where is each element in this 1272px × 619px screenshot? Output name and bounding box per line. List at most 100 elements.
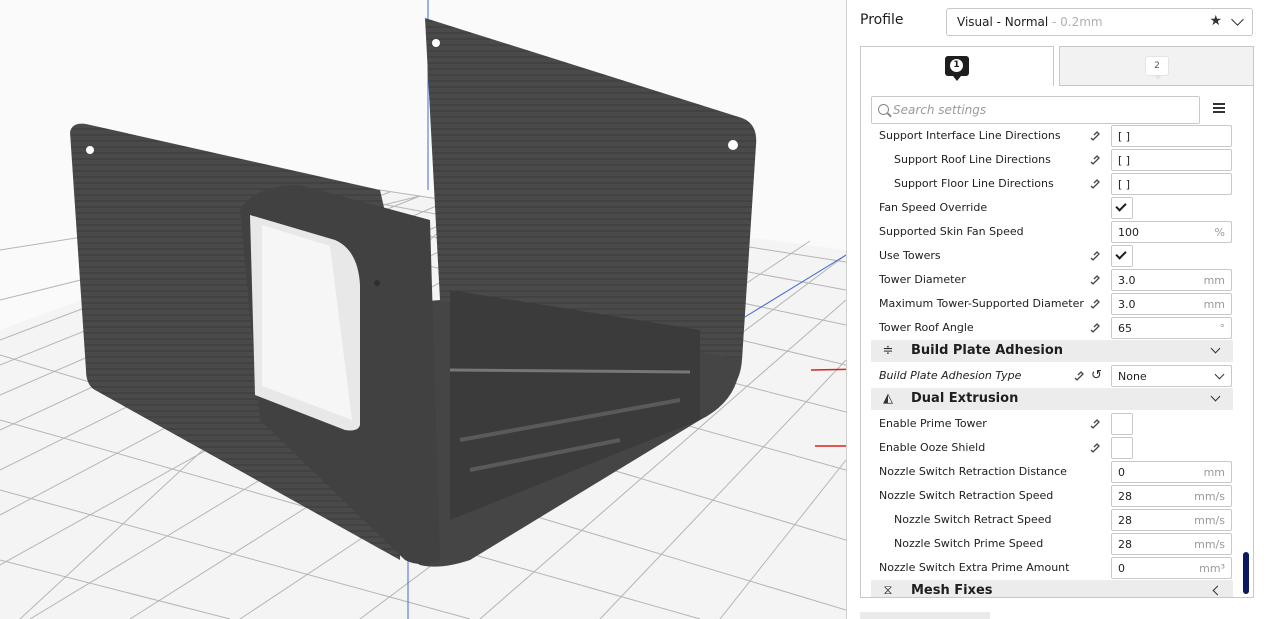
settings-menu-icon[interactable] xyxy=(1213,103,1225,113)
link-icon xyxy=(1090,155,1100,165)
checkmark-icon xyxy=(1115,200,1127,212)
setting-value: 28 xyxy=(1118,490,1132,503)
setting-tower-diameter: Tower Diameter 3.0 mm xyxy=(861,268,1253,292)
setting-tower-roof-angle: Tower Roof Angle 65 ° xyxy=(861,316,1253,340)
setting-label: Tower Diameter xyxy=(879,273,966,286)
setting-label: Support Floor Line Directions xyxy=(894,177,1054,190)
setting-value: [ ] xyxy=(1118,178,1131,191)
setting-label: Support Roof Line Directions xyxy=(894,153,1051,166)
setting-unit: mm xyxy=(1203,274,1225,287)
chevron-left-icon xyxy=(1212,585,1223,596)
setting-checkbox[interactable] xyxy=(1111,245,1133,267)
build-plate-viewport[interactable] xyxy=(0,0,846,619)
link-icon xyxy=(1090,251,1100,261)
bottom-action-button[interactable] xyxy=(860,612,990,619)
settings-list[interactable]: Support Interface Line Directions [ ] Su… xyxy=(861,122,1253,597)
setting-enable-prime-tower: Enable Prime Tower xyxy=(861,412,1253,436)
setting-value-field[interactable]: 28 mm/s xyxy=(1111,485,1232,507)
setting-nozzle-switch-retraction-speed: Nozzle Switch Retraction Speed 28 mm/s xyxy=(861,484,1253,508)
setting-value-field[interactable]: [ ] xyxy=(1111,149,1232,171)
profile-select[interactable]: Visual - Normal - 0.2mm ★ xyxy=(946,8,1253,36)
setting-support-floor-line-directions: Support Floor Line Directions [ ] xyxy=(861,172,1253,196)
setting-value: None xyxy=(1118,370,1147,383)
chevron-down-icon xyxy=(1214,369,1225,380)
setting-checkbox[interactable] xyxy=(1111,197,1133,219)
category-build-plate-adhesion[interactable]: ≑ Build Plate Adhesion xyxy=(871,340,1233,362)
link-icon xyxy=(1090,443,1100,453)
setting-label: Supported Skin Fan Speed xyxy=(879,225,1024,238)
setting-value-field[interactable]: 28 mm/s xyxy=(1111,509,1232,531)
build-plate-scene xyxy=(0,0,846,619)
extruder-1-icon: 1 xyxy=(945,56,969,81)
link-icon xyxy=(1090,323,1100,333)
adhesion-type-select[interactable]: None xyxy=(1111,365,1232,387)
setting-use-towers: Use Towers xyxy=(861,244,1253,268)
setting-unit: mm/s xyxy=(1194,490,1225,503)
setting-value: [ ] xyxy=(1118,154,1131,167)
setting-value-field[interactable]: 0 mm³ xyxy=(1111,557,1232,579)
link-icon xyxy=(1074,371,1084,381)
setting-unit: mm xyxy=(1203,298,1225,311)
link-icon xyxy=(1090,299,1100,309)
setting-label: Nozzle Switch Prime Speed xyxy=(894,537,1044,550)
reset-icon[interactable]: ↺ xyxy=(1091,369,1105,383)
setting-label: Enable Prime Tower xyxy=(879,417,987,430)
print-settings-panel: Profile Visual - Normal - 0.2mm ★ 1 2 Se… xyxy=(846,0,1272,619)
setting-label: Maximum Tower-Supported Diameter xyxy=(879,297,1084,310)
search-input[interactable]: Search settings xyxy=(871,96,1200,124)
setting-value: 3.0 xyxy=(1118,298,1136,311)
setting-value-field[interactable]: 100% xyxy=(1111,221,1232,243)
setting-value: 65 xyxy=(1118,322,1132,335)
setting-unit: mm³ xyxy=(1199,562,1225,575)
setting-label: Fan Speed Override xyxy=(879,201,988,214)
category-dual-extrusion[interactable]: ◭ Dual Extrusion xyxy=(871,388,1233,410)
profile-name: Visual - Normal xyxy=(957,15,1049,29)
setting-value-field[interactable]: 28 mm/s xyxy=(1111,533,1232,555)
setting-value: 0 xyxy=(1118,466,1125,479)
setting-label: Enable Ooze Shield xyxy=(879,441,986,454)
setting-unit: mm xyxy=(1203,466,1225,479)
link-icon xyxy=(1090,419,1100,429)
setting-nozzle-switch-extra-prime-amount: Nozzle Switch Extra Prime Amount 0 mm³ xyxy=(861,556,1253,580)
category-label: Dual Extrusion xyxy=(911,391,1019,406)
settings-box: Search settings Support Interface Line D… xyxy=(860,86,1254,598)
setting-label: Support Interface Line Directions xyxy=(879,129,1061,142)
setting-support-roof-line-directions: Support Roof Line Directions [ ] xyxy=(861,148,1253,172)
setting-supported-skin-fan-speed: Supported Skin Fan Speed 100% xyxy=(861,220,1253,244)
checkmark-icon xyxy=(1115,248,1127,260)
extruder-2-number: 2 xyxy=(1150,60,1164,73)
adhesion-icon: ≑ xyxy=(882,343,894,358)
search-icon xyxy=(878,104,889,115)
setting-label: Nozzle Switch Extra Prime Amount xyxy=(879,561,1070,574)
setting-label: Nozzle Switch Retract Speed xyxy=(894,513,1052,526)
link-icon xyxy=(1090,275,1100,285)
setting-unit: ° xyxy=(1219,322,1226,335)
link-icon xyxy=(1090,131,1100,141)
setting-checkbox[interactable] xyxy=(1111,413,1133,435)
chevron-down-icon xyxy=(1210,391,1221,402)
category-label: Build Plate Adhesion xyxy=(911,343,1064,358)
setting-value-field[interactable]: 3.0 mm xyxy=(1111,293,1232,315)
tab-extruder-1[interactable]: 1 xyxy=(860,46,1054,86)
setting-nozzle-switch-retraction-distance: Nozzle Switch Retraction Distance 0 mm xyxy=(861,460,1253,484)
setting-value-field[interactable]: 0 mm xyxy=(1111,461,1232,483)
setting-unit: % xyxy=(1214,226,1225,239)
category-mesh-fixes[interactable]: ⧖ Mesh Fixes xyxy=(871,580,1233,597)
extruder-2-icon: 2 xyxy=(1144,56,1169,80)
star-icon[interactable]: ★ xyxy=(1209,13,1222,29)
settings-scrollbar-thumb[interactable] xyxy=(1243,552,1249,594)
setting-nozzle-switch-prime-speed: Nozzle Switch Prime Speed 28 mm/s xyxy=(861,532,1253,556)
tab-extruder-2[interactable]: 2 xyxy=(1059,46,1254,86)
setting-unit: mm/s xyxy=(1194,538,1225,551)
setting-checkbox[interactable] xyxy=(1111,437,1133,459)
setting-value-field[interactable]: 65 ° xyxy=(1111,317,1232,339)
setting-value-field[interactable]: 3.0 mm xyxy=(1111,269,1232,291)
setting-value-field[interactable]: [ ] xyxy=(1111,173,1232,195)
setting-value: 3.0 xyxy=(1118,274,1136,287)
profile-row: Profile Visual - Normal - 0.2mm ★ xyxy=(860,8,1260,36)
setting-enable-ooze-shield: Enable Ooze Shield xyxy=(861,436,1253,460)
setting-label: Build Plate Adhesion Type xyxy=(879,369,1022,382)
setting-value: [ ] xyxy=(1118,130,1131,143)
setting-value-field[interactable]: [ ] xyxy=(1111,125,1232,147)
search-placeholder: Search settings xyxy=(893,103,987,117)
